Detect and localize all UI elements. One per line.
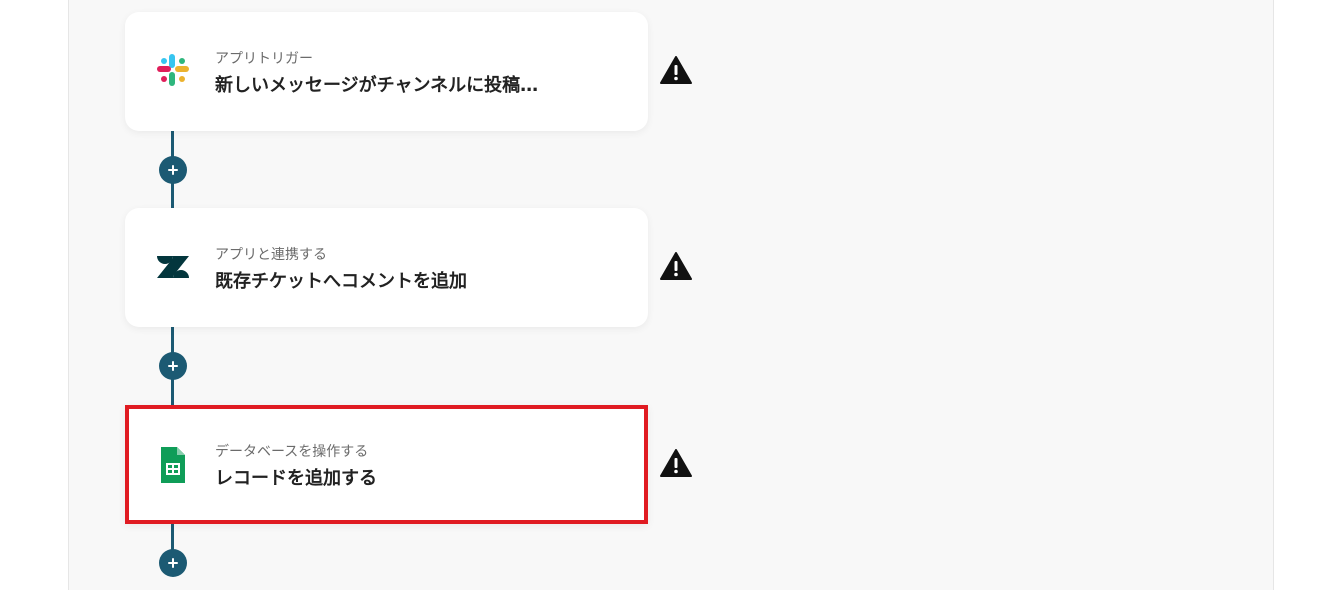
step-subtitle: アプリトリガー <box>215 51 313 67</box>
step-subtitle: データベースを操作する <box>215 444 369 460</box>
zendesk-logo-icon <box>155 248 191 284</box>
flow-step-card-zendesk[interactable]: アプリと連携する 既存チケットへコメントを追加 <box>125 208 648 327</box>
warning-icon[interactable] <box>659 448 693 478</box>
add-step-button[interactable] <box>159 352 187 380</box>
slack-logo-icon <box>155 52 191 88</box>
add-step-button[interactable] <box>159 549 187 577</box>
google-sheets-logo-icon <box>155 445 191 483</box>
flow-step-card-sheets[interactable]: データベースを操作する レコードを追加する <box>125 405 648 524</box>
step-title: レコードを追加する <box>215 468 377 489</box>
step-title: 既存チケットへコメントを追加 <box>215 271 467 292</box>
step-title: 新しいメッセージがチャンネルに投稿… <box>215 75 539 96</box>
warning-icon[interactable] <box>659 251 693 281</box>
step-subtitle: アプリと連携する <box>215 247 327 263</box>
add-step-button[interactable] <box>159 156 187 184</box>
flow-step-card-trigger[interactable]: アプリトリガー 新しいメッセージがチャンネルに投稿… <box>125 12 648 131</box>
warning-icon[interactable] <box>659 55 693 85</box>
